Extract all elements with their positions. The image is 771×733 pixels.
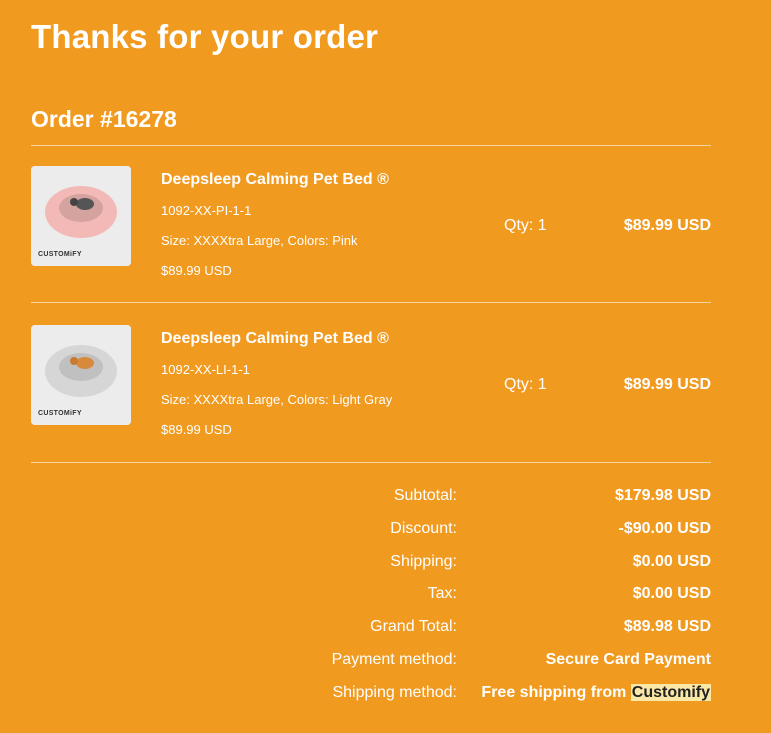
product-sku: 1092-XX-LI-1-1: [161, 362, 250, 377]
tax-label: Tax:: [427, 585, 457, 603]
line-total: $89.99 USD: [623, 376, 711, 393]
grand-total-row: Grand Total: $89.98 USD: [31, 618, 711, 651]
product-unit-price: $89.99 USD: [161, 263, 232, 278]
product-name[interactable]: Deepsleep Calming Pet Bed ®: [161, 330, 389, 348]
product-image[interactable]: CUSTOMiFY: [31, 166, 131, 266]
shipping-method-highlight: Customify: [630, 683, 711, 701]
order-confirmation: Thanks for your order Order #16278 CUSTO…: [0, 0, 771, 733]
brand-logo: CUSTOMiFY: [38, 251, 82, 258]
shipping-label: Shipping:: [390, 552, 457, 570]
subtotal-row: Subtotal: $179.98 USD: [31, 487, 711, 520]
product-variant: Size: XXXXtra Large, Colors: Light Gray: [161, 392, 393, 407]
shipping-method-value: Free shipping from Customify: [481, 683, 711, 702]
divider: [31, 302, 711, 303]
discount-row: Discount: -$90.00 USD: [31, 520, 711, 553]
product-quantity: Qty: 1: [504, 376, 547, 393]
product-name[interactable]: Deepsleep Calming Pet Bed ®: [161, 171, 389, 189]
tax-row: Tax: $0.00 USD: [31, 585, 711, 618]
line-total: $89.99 USD: [623, 217, 711, 234]
product-image[interactable]: CUSTOMiFY: [31, 325, 131, 425]
product-variant: Size: XXXXtra Large, Colors: Pink: [161, 233, 358, 248]
subtotal-label: Subtotal:: [393, 487, 457, 504]
payment-method-value: Secure Card Payment: [545, 650, 711, 668]
shipping-method-label: Shipping method:: [332, 683, 457, 701]
subtotal-value: $179.98 USD: [614, 487, 711, 504]
shipping-method-row: Shipping method: Free shipping from Cust…: [31, 683, 711, 717]
product-quantity: Qty: 1: [504, 217, 547, 234]
grand-total-label: Grand Total:: [370, 618, 457, 636]
page-title: Thanks for your order: [31, 18, 379, 55]
divider: [31, 145, 711, 146]
payment-method-label: Payment method:: [331, 650, 457, 668]
tax-value: $0.00 USD: [632, 585, 711, 603]
discount-value: -$90.00 USD: [618, 519, 712, 537]
shipping-method-prefix: Free shipping from: [481, 683, 631, 701]
product-sku: 1092-XX-PI-1-1: [161, 203, 252, 218]
line-item: CUSTOMiFY Deepsleep Calming Pet Bed ® 10…: [31, 166, 711, 286]
order-totals: Subtotal: $179.98 USD Discount: -$90.00 …: [31, 487, 711, 717]
shipping-value: $0.00 USD: [632, 552, 711, 570]
payment-method-row: Payment method: Secure Card Payment: [31, 651, 711, 684]
brand-logo: CUSTOMiFY: [38, 410, 82, 417]
order-number: Order #16278: [31, 106, 177, 132]
discount-label: Discount:: [390, 519, 457, 537]
line-item: CUSTOMiFY Deepsleep Calming Pet Bed ® 10…: [31, 325, 711, 445]
product-unit-price: $89.99 USD: [161, 422, 232, 437]
grand-total-value: $89.98 USD: [623, 618, 711, 636]
shipping-row: Shipping: $0.00 USD: [31, 553, 711, 586]
divider: [31, 462, 711, 463]
